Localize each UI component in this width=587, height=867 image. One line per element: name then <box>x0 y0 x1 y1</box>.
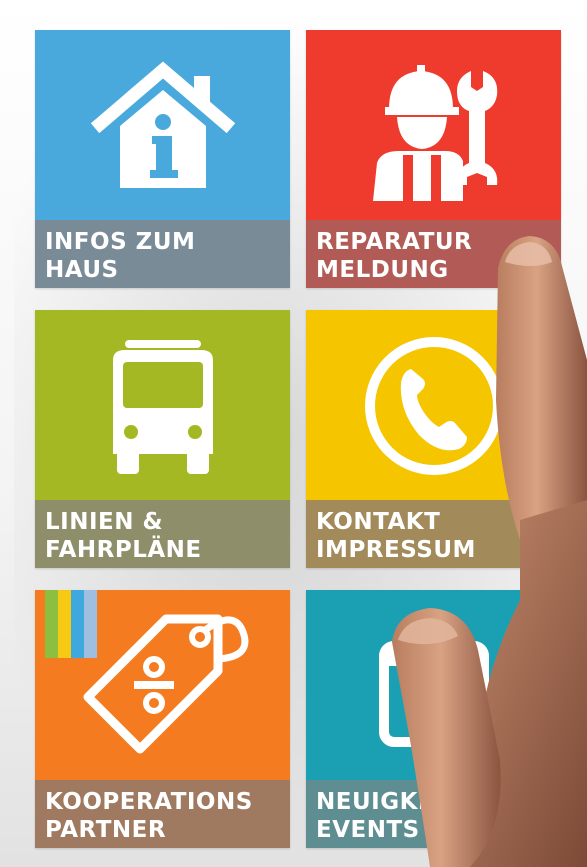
tile-kontakt-impressum[interactable]: KONTAKT IMPRESSUM <box>306 310 561 568</box>
tile-icon-area <box>306 590 561 782</box>
tile-neuigkeiten-events[interactable]: NEUIGKE EVENTS <box>306 590 561 848</box>
calendar-icon <box>378 630 489 747</box>
tile-label-line2: FAHRPLÄNE <box>45 537 202 563</box>
tile-label-bar: KONTAKT IMPRESSUM <box>306 500 561 568</box>
tile-infos-zum-haus[interactable]: INFOS ZUM HAUS <box>35 30 290 288</box>
bookmark-ribbon-icon <box>45 590 97 670</box>
tile-kooperationspartner[interactable]: KOOPERATIONS PARTNER <box>35 590 290 848</box>
tile-label-line1: LINIEN & <box>45 509 164 535</box>
tile-label-bar: KOOPERATIONS PARTNER <box>35 780 290 848</box>
tile-label-line2: EVENTS <box>316 817 420 843</box>
tile-label-bar: NEUIGKE EVENTS <box>306 780 561 848</box>
tile-label-line1: REPARATUR <box>316 229 473 255</box>
tile-label-line1: KOOPERATIONS <box>45 789 253 815</box>
phone-circle-icon <box>364 337 503 475</box>
tile-icon-area <box>35 310 290 502</box>
tile-icon-area <box>306 30 561 222</box>
tile-icon-area <box>306 310 561 502</box>
tile-label-line2: PARTNER <box>45 817 167 843</box>
house-info-icon <box>90 61 235 188</box>
tile-label-bar: LINIEN & FAHRPLÄNE <box>35 500 290 568</box>
tile-label-line2: MELDUNG <box>316 257 449 283</box>
repairman-wrench-icon <box>372 65 497 201</box>
tile-label-line1: KONTAKT <box>316 509 441 535</box>
bus-icon <box>112 340 213 474</box>
tile-label-line2: HAUS <box>45 257 119 283</box>
tile-label-line2: IMPRESSUM <box>316 537 476 563</box>
tile-linien-fahrplaene[interactable]: LINIEN & FAHRPLÄNE <box>35 310 290 568</box>
tile-label-line1: INFOS ZUM <box>45 229 196 255</box>
tile-icon-area <box>35 30 290 222</box>
tile-label-line1: NEUIGKE <box>316 789 435 815</box>
tile-label-bar: REPARATUR MELDUNG <box>306 220 561 288</box>
tile-reparatur-meldung[interactable]: REPARATUR MELDUNG <box>306 30 561 288</box>
tile-label-bar: INFOS ZUM HAUS <box>35 220 290 288</box>
